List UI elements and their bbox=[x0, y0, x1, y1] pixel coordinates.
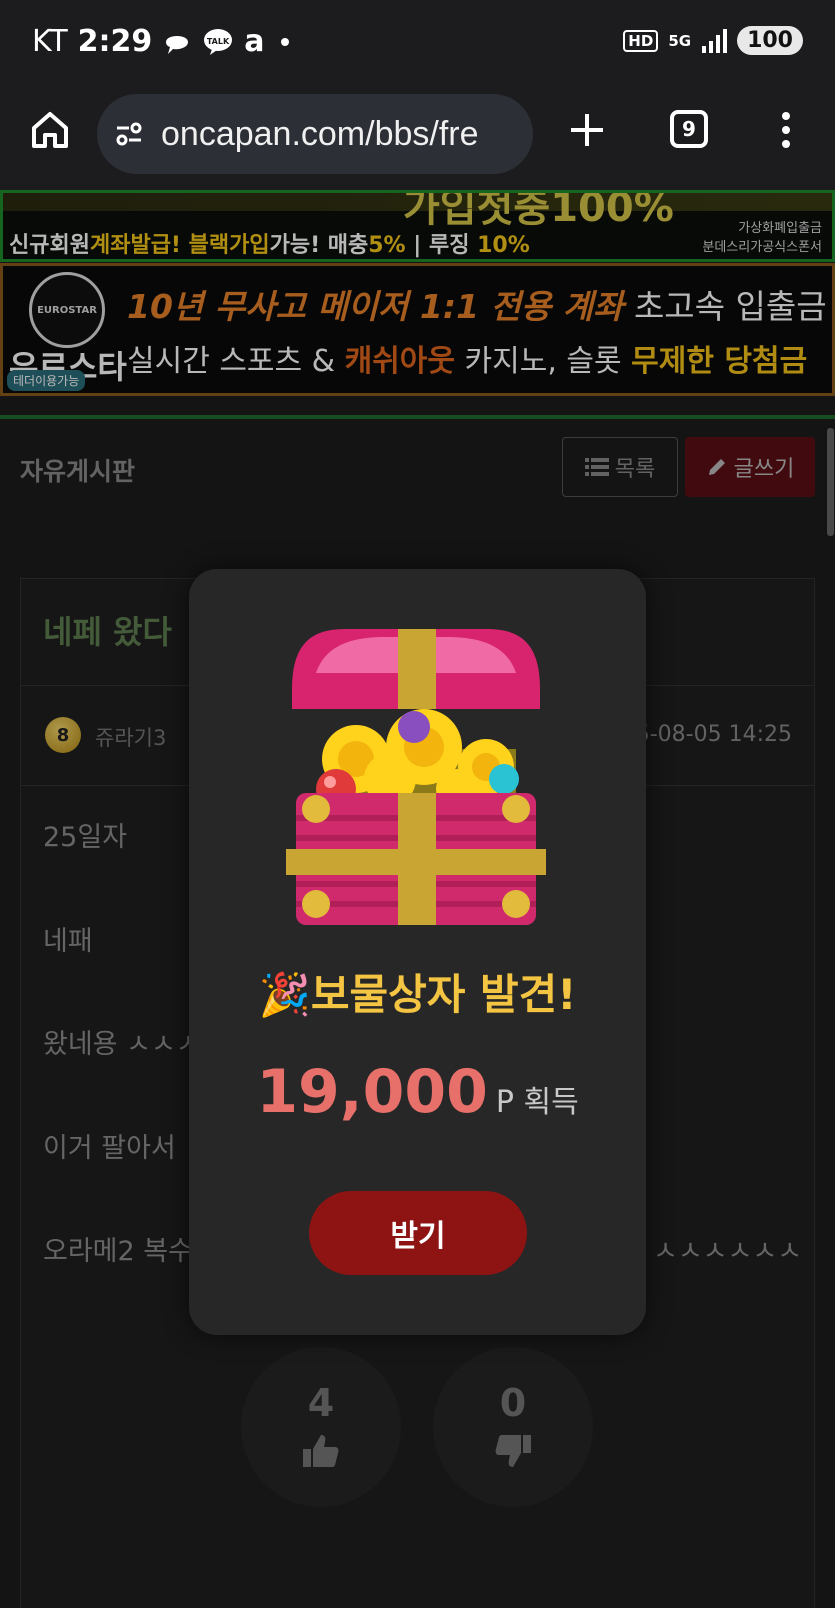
carrier: KT bbox=[32, 24, 68, 59]
treasure-chest-icon bbox=[286, 629, 546, 925]
page: KT 2:29 TALK a HD 5G 100 oncapan.com/bbs… bbox=[0, 0, 835, 1608]
chat-bubble-icon bbox=[166, 35, 189, 54]
claim-button[interactable]: 받기 bbox=[309, 1191, 527, 1275]
status-bar: KT 2:29 TALK a HD 5G 100 bbox=[0, 0, 835, 86]
modal-title: 🎉보물상자 발견! bbox=[258, 970, 577, 1019]
more-menu-icon[interactable] bbox=[778, 108, 794, 152]
battery-indicator: 100 bbox=[737, 26, 803, 55]
kakaotalk-icon: TALK bbox=[204, 28, 233, 55]
reward-amount: 19,000 bbox=[256, 1057, 488, 1127]
clock: 2:29 bbox=[77, 24, 153, 59]
svg-text:TALK: TALK bbox=[207, 37, 230, 46]
app-a-icon: a bbox=[244, 24, 265, 59]
url-text[interactable]: oncapan.com/bbs/fre bbox=[161, 115, 479, 154]
reward-unit: P 획득 bbox=[495, 1085, 579, 1120]
notification-dot-icon bbox=[280, 37, 289, 46]
network-type-icon: 5G bbox=[668, 31, 692, 50]
url-bar[interactable]: oncapan.com/bbs/fre bbox=[97, 94, 533, 174]
treasure-modal: 🎉보물상자 발견! 19,000 P 획득 받기 bbox=[189, 569, 646, 1335]
signal-icon bbox=[702, 28, 728, 53]
new-tab-icon[interactable] bbox=[567, 110, 607, 150]
home-icon[interactable] bbox=[28, 108, 72, 152]
browser-toolbar: oncapan.com/bbs/fre 9 bbox=[0, 86, 835, 190]
reward-line: 19,000 P 획득 bbox=[189, 1057, 646, 1127]
site-settings-icon[interactable] bbox=[113, 118, 145, 150]
hd-voice-icon: HD bbox=[623, 29, 659, 52]
tab-switcher-button[interactable]: 9 bbox=[670, 110, 708, 148]
